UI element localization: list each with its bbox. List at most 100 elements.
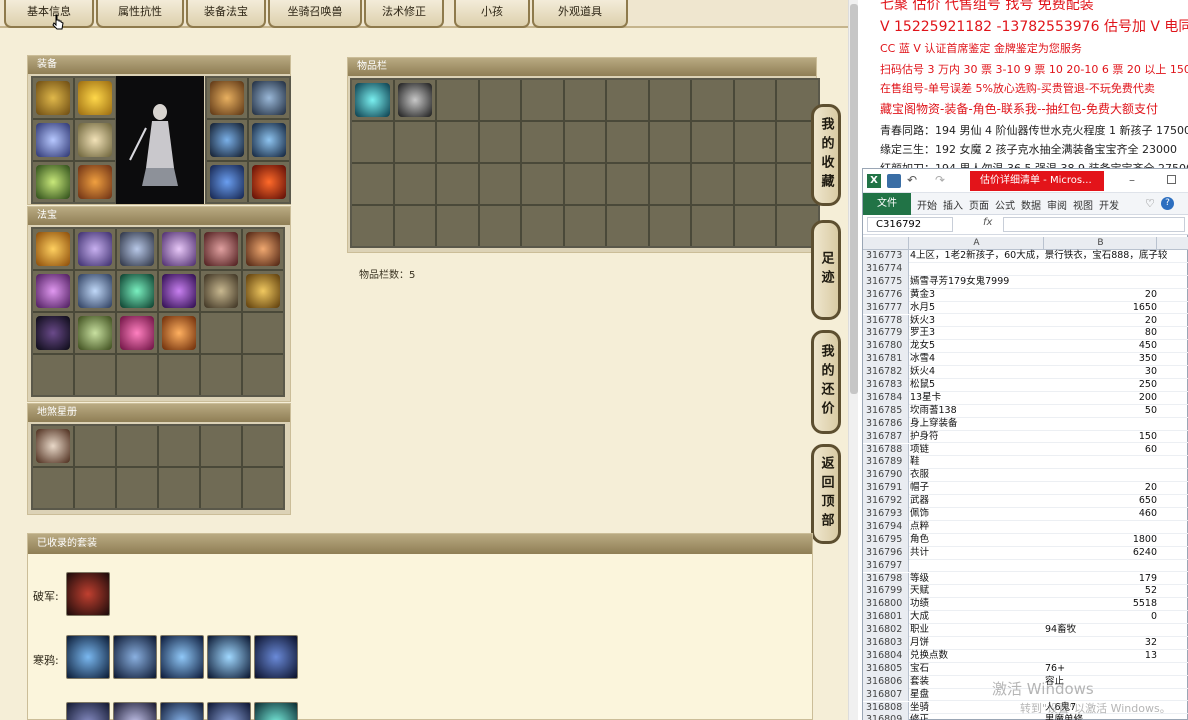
row-number[interactable]: 316802 [863,624,909,637]
item-slot-empty[interactable] [394,164,435,204]
tab-attributes[interactable]: 属性抗性 [96,0,184,28]
item-slot-empty[interactable] [352,164,393,204]
item-slot-empty[interactable] [649,80,690,120]
scrollbar-thumb[interactable] [850,4,858,394]
equip-slot[interactable] [207,78,247,118]
row-number[interactable]: 316800 [863,598,909,612]
equip-slot[interactable] [75,78,115,118]
item-slot-empty[interactable] [394,122,435,162]
cell-a[interactable]: 松鼠5 [910,379,935,392]
sheet-row[interactable]: 316777 水月5 1650 [863,301,1188,315]
hanya-set-icon-2[interactable] [113,635,157,679]
hanya-set-icon-4[interactable] [207,635,251,679]
name-box[interactable]: C316792 [867,217,953,232]
sheet-row[interactable]: 316775 嫣雪寻芳179女鬼7999 [863,275,1188,289]
my-favorites-button[interactable]: 我的收藏 [811,104,841,206]
fx-icon[interactable]: fx [983,217,992,228]
file-tab[interactable]: 文件 [863,193,911,215]
row-number[interactable]: 316777 [863,301,909,315]
cell-b[interactable]: 20 [1045,289,1157,302]
select-all-corner[interactable] [863,237,909,250]
row-number[interactable]: 316794 [863,520,909,534]
dishaxing-slot-empty[interactable] [75,468,115,508]
cell-a[interactable]: 妖火3 [910,315,935,328]
sheet-row[interactable]: 316776 黄金3 20 [863,288,1188,302]
item-slot-empty[interactable] [734,80,775,120]
sheet-row[interactable]: 316798 等级 179 [863,572,1188,586]
row-number[interactable]: 316775 [863,275,909,289]
cell-a[interactable]: 天赋 [910,585,929,598]
ribbon-tab-view[interactable]: 视图 [1073,197,1093,212]
cell-a[interactable]: 龙女5 [910,340,935,353]
item-slot-empty[interactable] [479,80,520,120]
item-slot-empty[interactable] [437,122,478,162]
fabao-slot[interactable] [159,229,199,269]
cell-a[interactable]: 鞋 [910,456,920,469]
fabao-slot-empty[interactable] [243,313,283,353]
sheet-row[interactable]: 316804 兑换点数 13 [863,649,1188,663]
dishaxing-slot-empty[interactable] [243,426,283,466]
item-slot-empty[interactable] [734,164,775,204]
sheet-row[interactable]: 316781 冰雪4 350 [863,353,1188,367]
tab-children[interactable]: 小孩 [454,0,530,28]
cell-b[interactable]: 20 [1045,315,1157,328]
undo-icon[interactable]: ↶ [907,173,917,187]
dishaxing-slot-empty[interactable] [243,468,283,508]
item-slot-empty[interactable] [692,164,733,204]
cell-a[interactable]: 黄金3 [910,289,935,302]
fabao-slot[interactable] [33,271,73,311]
row-number[interactable]: 316799 [863,585,909,599]
fabao-slot-empty[interactable] [117,355,157,395]
item-slot[interactable] [394,80,435,120]
sheet-row[interactable]: 316783 松鼠5 250 [863,379,1188,392]
fabao-slot[interactable] [159,313,199,353]
tab-appearance[interactable]: 外观道具 [532,0,628,28]
formula-input[interactable] [1003,217,1185,232]
row-number[interactable]: 316797 [863,559,909,573]
dishaxing-slot-empty[interactable] [159,468,199,508]
item-slot-empty[interactable] [607,164,648,204]
row-number[interactable]: 316806 [863,675,909,689]
item-slot-empty[interactable] [564,164,605,204]
dishaxing-slot-empty[interactable] [159,426,199,466]
sheet-row[interactable]: 316805 宝石 76+ [863,662,1188,676]
cell-b[interactable]: 20 [1045,482,1157,495]
row-number[interactable]: 316773 [863,250,909,263]
ribbon-tab-home[interactable]: 开始 [917,197,937,212]
item-slot-empty[interactable] [479,164,520,204]
item-slot-empty[interactable] [352,206,393,246]
footprint-button[interactable]: 足迹 [811,220,841,320]
dishaxing-slot-empty[interactable] [33,468,73,508]
row-number[interactable]: 316789 [863,456,909,470]
item-slot-empty[interactable] [522,122,563,162]
row-number[interactable]: 316804 [863,649,909,663]
equip-slot[interactable] [33,78,73,118]
sheet-row[interactable]: 316796 共计 6240 [863,546,1188,560]
equip-slot[interactable] [33,162,73,202]
tab-spells[interactable]: 法术修正 [364,0,444,28]
item-slot-empty[interactable] [607,80,648,120]
help-icon[interactable]: ? [1161,197,1174,210]
cell-b[interactable]: 1650 [1045,302,1157,315]
cell-b[interactable]: 0 [1045,611,1157,624]
item-slot-empty[interactable] [564,80,605,120]
redo-icon[interactable]: ↷ [935,173,945,187]
equip-slot[interactable] [249,120,289,160]
sheet-row[interactable]: 316789 鞋 [863,456,1188,470]
row-number[interactable]: 316783 [863,379,909,392]
sheet-row[interactable]: 316774 [863,262,1188,276]
row-number[interactable]: 316778 [863,314,909,328]
ribbon-tab-developer[interactable]: 开发 [1099,197,1119,212]
item-slot-empty[interactable] [394,206,435,246]
ribbon-tab-insert[interactable]: 插入 [943,197,963,212]
sheet-row[interactable]: 316801 大成 0 [863,611,1188,625]
cell-b[interactable]: 6240 [1045,547,1157,560]
cell-a[interactable]: 罗王3 [910,327,935,340]
item-slot-empty[interactable] [352,122,393,162]
equip-slot[interactable] [33,120,73,160]
cell-a[interactable]: 功绩 [910,598,929,611]
item-slot[interactable] [352,80,393,120]
column-a-header[interactable]: A [910,237,1044,250]
cell-a[interactable]: 兑换点数 [910,650,948,663]
row-number[interactable]: 316805 [863,662,909,676]
